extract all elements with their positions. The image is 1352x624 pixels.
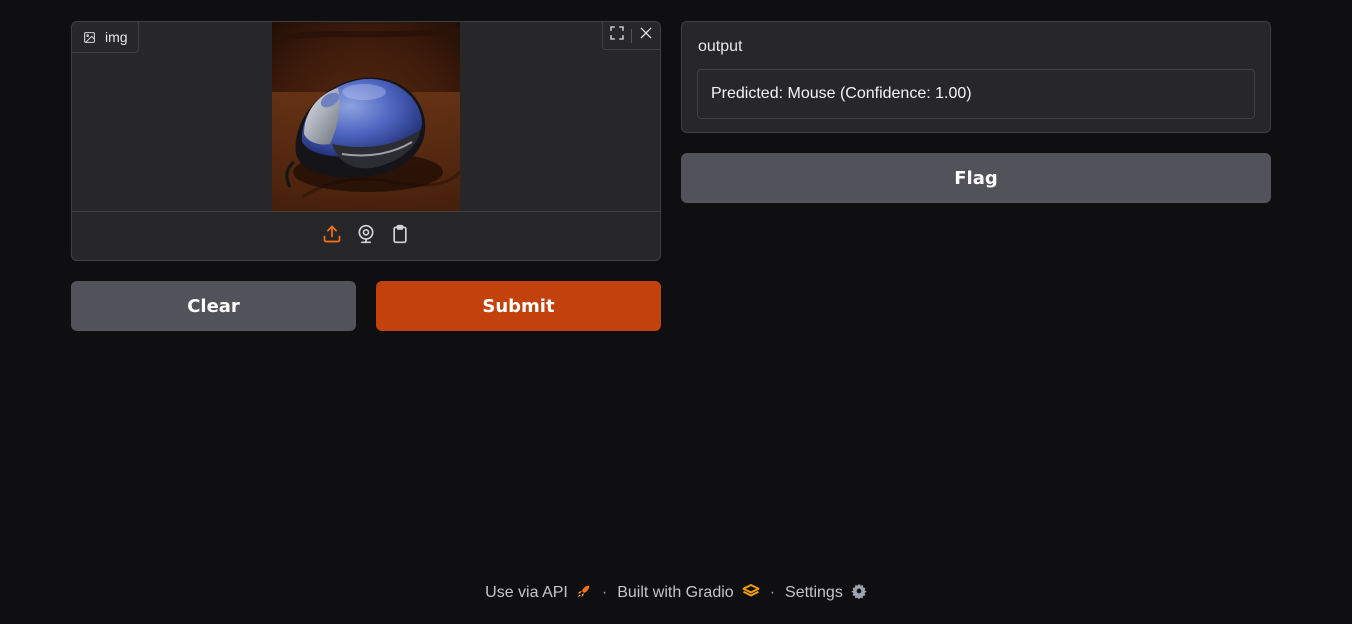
- webcam-icon: [356, 224, 376, 249]
- footer-separator: ·: [769, 584, 776, 601]
- clipboard-source-button[interactable]: [388, 224, 412, 249]
- output-label: output: [698, 38, 743, 55]
- clear-button[interactable]: Clear: [71, 281, 356, 331]
- image-input-label: img: [72, 22, 139, 53]
- output-panel: output Predicted: Mouse (Confidence: 1.0…: [681, 21, 1271, 133]
- gear-icon: [851, 583, 867, 604]
- settings-link[interactable]: Settings: [785, 583, 867, 604]
- built-with-gradio-label: Built with Gradio: [617, 584, 734, 601]
- use-via-api-link[interactable]: Use via API: [485, 583, 592, 604]
- fullscreen-button[interactable]: [603, 22, 631, 50]
- use-via-api-label: Use via API: [485, 584, 568, 601]
- image-preview-area: [72, 22, 660, 211]
- image-input-label-text: img: [105, 29, 128, 45]
- output-textbox[interactable]: Predicted: Mouse (Confidence: 1.00): [697, 69, 1255, 119]
- image-input-panel: img: [71, 21, 661, 261]
- footer: Use via API · Built with Gradio · Settin…: [0, 580, 1352, 606]
- upload-source-button[interactable]: [320, 225, 344, 249]
- image-source-bar: [72, 211, 660, 260]
- clear-image-button[interactable]: [632, 22, 660, 50]
- submit-button[interactable]: Submit: [376, 281, 661, 331]
- gradio-logo-icon: [742, 583, 760, 604]
- close-icon: [638, 25, 654, 46]
- built-with-gradio-link[interactable]: Built with Gradio: [617, 583, 760, 604]
- clipboard-icon: [390, 224, 410, 249]
- settings-label: Settings: [785, 584, 843, 601]
- upload-icon: [322, 224, 342, 249]
- image-icon: [83, 31, 96, 44]
- fullscreen-icon: [609, 25, 625, 46]
- footer-separator: ·: [601, 584, 608, 601]
- app: img Clear Submit output Predicted: Mouse…: [0, 0, 1352, 624]
- flag-button[interactable]: Flag: [681, 153, 1271, 203]
- rocket-icon: [576, 583, 592, 604]
- webcam-source-button[interactable]: [354, 224, 378, 249]
- image-toolbar: [602, 22, 660, 50]
- uploaded-image: [272, 22, 460, 211]
